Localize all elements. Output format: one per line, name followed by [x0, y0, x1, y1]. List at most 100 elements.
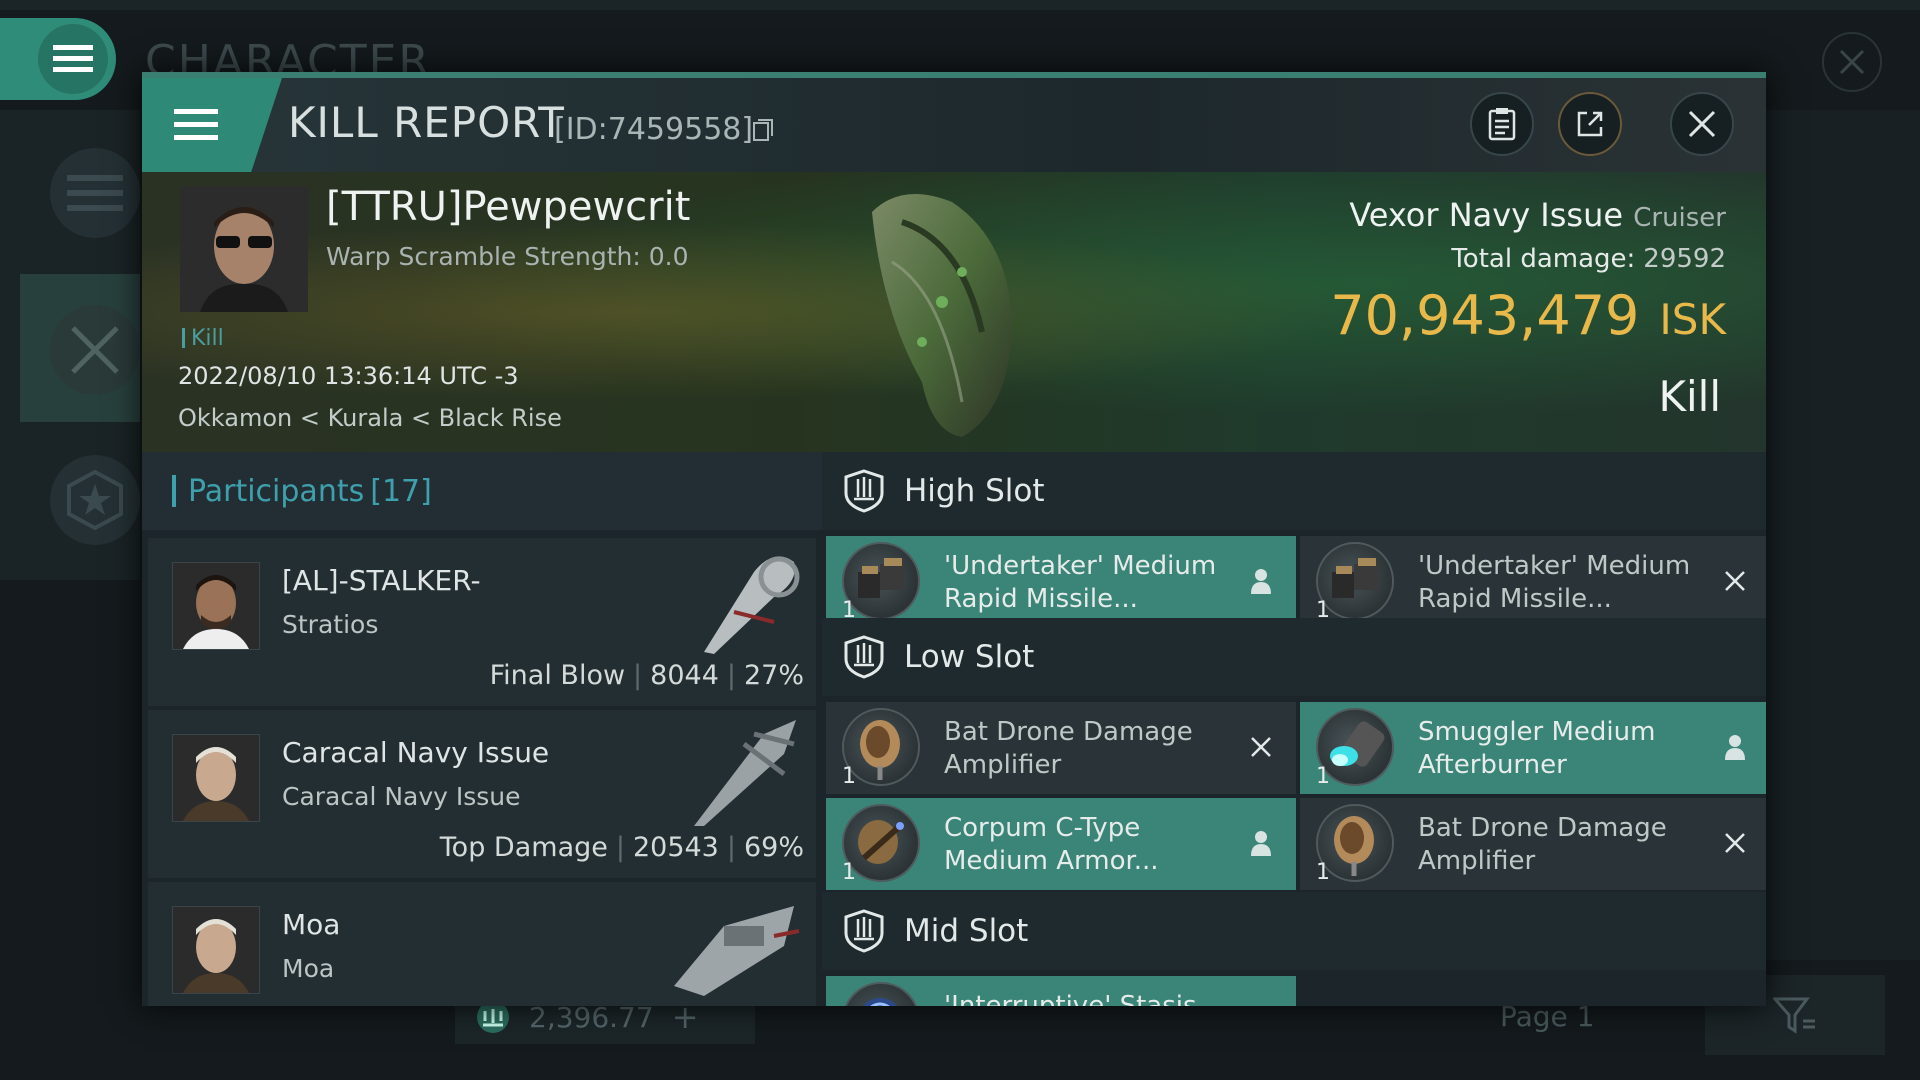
- low-slot-header: Low Slot: [822, 618, 1766, 696]
- module-item[interactable]: 1 'Undertaker' Medium Rapid Missile...: [1300, 536, 1766, 628]
- background-close-icon[interactable]: [1822, 32, 1882, 92]
- close-icon: [1688, 110, 1716, 138]
- share-icon: [1577, 111, 1603, 137]
- ship-class: Cruiser: [1633, 203, 1726, 233]
- kill-timestamp: 2022/08/10 13:36:14 UTC -3: [178, 362, 519, 390]
- star-icon[interactable]: [50, 455, 140, 545]
- participants-label: Participants: [188, 473, 365, 509]
- participant-role: Final Blow: [489, 660, 626, 691]
- module-item[interactable]: 1 Corpum C-Type Medium Armor...: [826, 798, 1296, 890]
- victim-ship-image[interactable]: [842, 182, 1042, 446]
- module-item[interactable]: 1 Smuggler Medium Afterburner: [1300, 702, 1766, 794]
- high-slot-label: High Slot: [904, 473, 1045, 509]
- clipboard-icon: [1488, 108, 1516, 141]
- participant-ship: Moa: [282, 954, 335, 983]
- fitting-panel: High Slot 1 'Undertaker' Medium Rapid Mi…: [822, 452, 1766, 1006]
- participant-damage: 20543: [632, 832, 719, 863]
- module-name: Bat Drone Damage Amplifier: [1418, 813, 1667, 876]
- participants-count: [17]: [370, 473, 432, 509]
- total-damage-label: Total damage:: [1451, 244, 1636, 274]
- kill-location[interactable]: Okkamon < Kurala < Black Rise: [178, 404, 562, 432]
- dropped-person-icon: [1246, 828, 1276, 858]
- participant-name: [AL]-STALKER-: [282, 564, 481, 597]
- participant-percent: 27%: [743, 660, 804, 691]
- high-slot-header: High Slot: [822, 452, 1766, 530]
- module-quantity: 1: [1316, 764, 1330, 789]
- participant-ship-image: [664, 886, 804, 1006]
- list-icon[interactable]: [50, 148, 140, 238]
- victim-ship-name[interactable]: Vexor Navy Issue Cruiser: [1349, 196, 1726, 234]
- module-name: 'Interruptive' Stasis: [944, 991, 1197, 1006]
- participant-row[interactable]: Moa Moa: [148, 882, 816, 1006]
- participant-portrait: [172, 562, 260, 650]
- module-name: Smuggler Medium Afterburner: [1418, 717, 1656, 780]
- participant-stats: Final Blow | 8044 | 27%: [489, 660, 804, 691]
- report-button[interactable]: [1470, 92, 1534, 156]
- module-item[interactable]: 1 'Interruptive' Stasis: [826, 976, 1296, 1006]
- destroyed-x-icon: [1720, 828, 1750, 858]
- kill-report-dialog: KILL REPORT [ID:7459558] [TTRU]Pewpewcri…: [142, 72, 1766, 1006]
- header-accent-bar: [172, 475, 176, 507]
- module-item[interactable]: 1 Bat Drone Damage Amplifier: [1300, 798, 1766, 890]
- participant-name: Moa: [282, 908, 341, 941]
- module-name: 'Undertaker' Medium Rapid Missile...: [1418, 551, 1691, 614]
- module-name: Bat Drone Damage Amplifier: [944, 717, 1193, 780]
- dropped-person-icon: [1720, 732, 1750, 762]
- hamburger-icon: [174, 109, 218, 140]
- participant-row[interactable]: Caracal Navy Issue Caracal Navy Issue To…: [148, 710, 816, 878]
- victim-name[interactable]: [TTRU]Pewpewcrit: [326, 184, 690, 230]
- crossed-swords-icon[interactable]: [50, 305, 140, 395]
- destroyed-x-icon: [1246, 732, 1276, 762]
- low-slot-icon: [844, 635, 884, 679]
- filter-icon: [1773, 997, 1815, 1034]
- participants-panel: Participants [17] [AL]-STALKER- Stratios…: [142, 452, 822, 1006]
- participant-row[interactable]: [AL]-STALKER- Stratios Final Blow | 8044 | 2…: [148, 538, 816, 706]
- module-item[interactable]: 1 'Undertaker' Medium Rapid Missile...: [826, 536, 1296, 628]
- module-name: Corpum C-Type Medium Armor...: [944, 813, 1159, 876]
- participant-percent: 69%: [743, 832, 804, 863]
- share-button[interactable]: [1558, 92, 1622, 156]
- main-menu-button[interactable]: [0, 18, 116, 100]
- kill-tag: Kill: [182, 326, 224, 351]
- ship-type: Vexor Navy Issue: [1349, 196, 1624, 234]
- module-quantity: 1: [1316, 860, 1330, 885]
- participant-portrait: [172, 906, 260, 994]
- module-quantity: 1: [842, 860, 856, 885]
- kill-id: [ID:7459558]: [554, 112, 754, 147]
- participant-stats: Top Damage | 20543 | 69%: [439, 832, 804, 863]
- victim-portrait[interactable]: [180, 186, 308, 312]
- stasis-webifier-icon: [842, 982, 920, 1006]
- module-name: 'Undertaker' Medium Rapid Missile...: [944, 551, 1217, 614]
- hamburger-icon: [53, 45, 93, 72]
- total-damage: Total damage: 29592: [1451, 244, 1726, 274]
- mid-slot-icon: [844, 909, 884, 953]
- dialog-menu-button[interactable]: [142, 78, 282, 172]
- mid-slot-header: Mid Slot: [822, 892, 1766, 970]
- participant-role: Top Damage: [439, 832, 608, 863]
- participant-portrait: [172, 734, 260, 822]
- participant-name: Caracal Navy Issue: [282, 736, 550, 769]
- isk-unit: ISK: [1659, 295, 1726, 344]
- close-button[interactable]: [1670, 92, 1734, 156]
- victim-banner: [TTRU]Pewpewcrit Warp Scramble Strength:…: [142, 172, 1766, 452]
- high-slot-icon: [844, 469, 884, 513]
- mid-slot-label: Mid Slot: [904, 913, 1029, 949]
- dialog-title: KILL REPORT: [288, 98, 565, 147]
- participant-ship: Caracal Navy Issue: [282, 782, 521, 811]
- total-damage-value: 29592: [1643, 244, 1726, 274]
- background-panel: [1766, 110, 1920, 960]
- participant-damage: 8044: [650, 660, 719, 691]
- top-bar: [0, 0, 1920, 10]
- kill-status: Kill: [1658, 372, 1721, 421]
- module-quantity: 1: [842, 764, 856, 789]
- dropped-person-icon: [1246, 566, 1276, 596]
- destroyed-x-icon: [1720, 566, 1750, 596]
- participant-ship-image: [684, 714, 804, 834]
- participants-header: Participants [17]: [142, 452, 822, 530]
- low-slot-label: Low Slot: [904, 639, 1035, 675]
- warp-scramble-strength: Warp Scramble Strength: 0.0: [326, 242, 689, 271]
- module-item[interactable]: 1 Bat Drone Damage Amplifier: [826, 702, 1296, 794]
- participant-ship-image: [684, 542, 804, 662]
- copy-id-icon[interactable]: [752, 118, 774, 146]
- participant-ship: Stratios: [282, 610, 379, 639]
